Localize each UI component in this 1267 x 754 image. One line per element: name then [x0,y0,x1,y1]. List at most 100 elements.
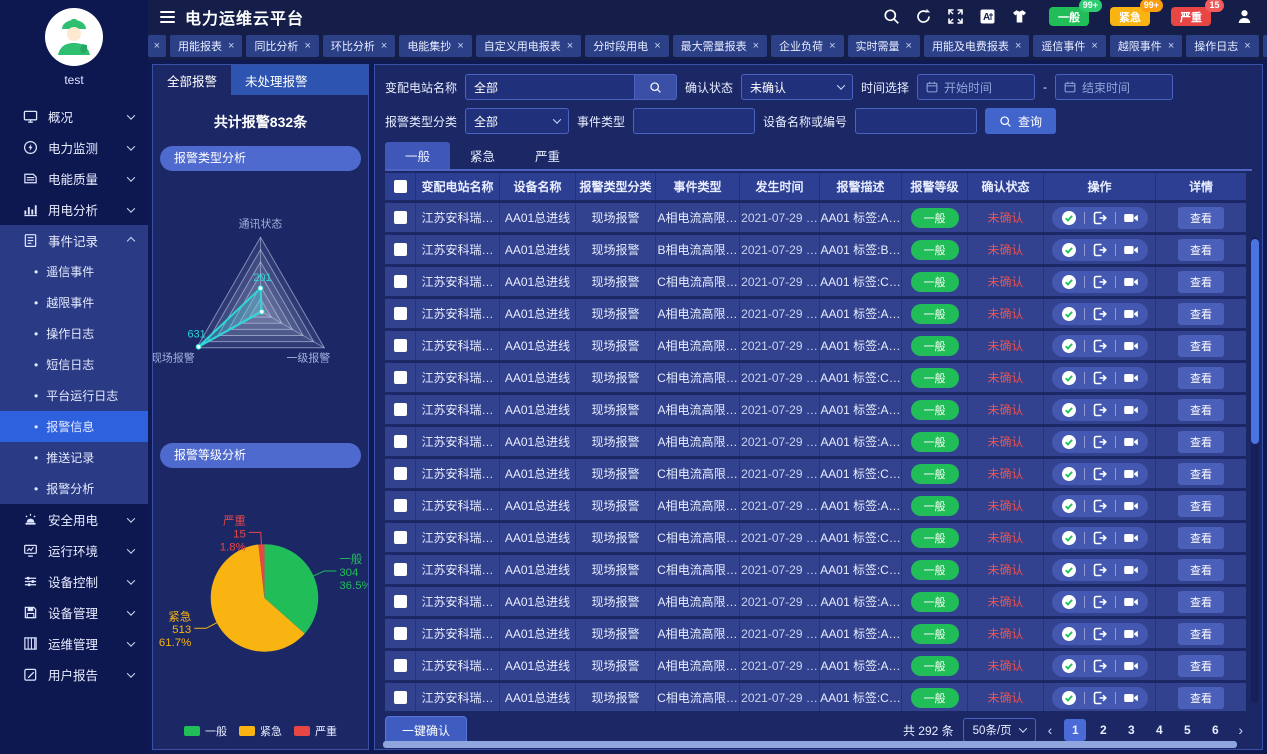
row-checkbox[interactable] [394,403,407,416]
camera-icon[interactable] [1123,338,1139,354]
view-button[interactable]: 查看 [1178,431,1224,453]
forward-icon[interactable] [1092,306,1108,322]
alarm-badge-3[interactable]: 严重 15 [1171,7,1211,26]
prev-page-button[interactable]: ‹ [1045,722,1056,738]
stats-tab-未处理报警[interactable]: 未处理报警 [231,65,322,95]
page-button-1[interactable]: 1 [1064,719,1086,741]
alarm-badge-1[interactable]: 一般 99+ [1049,7,1089,26]
tab-环比分析[interactable]: 环比分析× [323,35,395,57]
close-icon[interactable]: × [1244,40,1250,52]
close-icon[interactable]: × [654,40,660,52]
sidebar-item-运维管理[interactable]: 运维管理 [0,628,148,659]
forward-icon[interactable] [1092,338,1108,354]
view-button[interactable]: 查看 [1178,271,1224,293]
close-icon[interactable]: × [829,40,835,52]
row-checkbox[interactable] [394,691,407,704]
page-button-6[interactable]: 6 [1204,719,1226,741]
horizontal-scrollbar[interactable] [383,741,1246,748]
close-icon[interactable]: × [457,40,463,52]
camera-icon[interactable] [1123,466,1139,482]
row-checkbox[interactable] [394,211,407,224]
close-icon[interactable]: × [1168,40,1174,52]
tab-操作日志[interactable]: 操作日志× [1186,35,1258,57]
camera-icon[interactable] [1123,594,1139,610]
device-name-input[interactable] [855,108,977,134]
view-button[interactable]: 查看 [1178,207,1224,229]
event-type-input[interactable] [633,108,755,134]
camera-icon[interactable] [1123,274,1139,290]
vertical-scrollbar-thumb[interactable] [1251,239,1259,444]
select-all-checkbox[interactable] [394,180,407,193]
refresh-icon[interactable] [915,8,932,25]
close-icon[interactable]: × [154,40,160,52]
legend-item-严重[interactable]: 严重 [294,723,337,739]
view-button[interactable]: 查看 [1178,559,1224,581]
sidebar-item-设备管理[interactable]: 设备管理 [0,597,148,628]
user-icon[interactable] [1236,8,1253,25]
camera-icon[interactable] [1123,210,1139,226]
camera-icon[interactable] [1123,562,1139,578]
translate-icon[interactable]: A [979,8,996,25]
camera-icon[interactable] [1123,530,1139,546]
sidebar-subitem-报警信息[interactable]: •报警信息 [0,411,148,442]
sidebar-item-概况[interactable]: 概况 [0,101,148,132]
sidebar-subitem-越限事件[interactable]: •越限事件 [0,287,148,318]
row-checkbox[interactable] [394,243,407,256]
close-icon[interactable]: × [381,40,387,52]
avatar[interactable] [45,8,103,66]
row-checkbox[interactable] [394,659,407,672]
close-icon[interactable]: × [228,40,234,52]
forward-icon[interactable] [1092,498,1108,514]
row-checkbox[interactable] [394,499,407,512]
forward-icon[interactable] [1092,434,1108,450]
row-checkbox[interactable] [394,339,407,352]
alarm-badge-2[interactable]: 紧急 99+ [1110,7,1150,26]
tab-最大需量报表[interactable]: 最大需量报表× [673,35,767,57]
sidebar-subitem-平台运行日志[interactable]: •平台运行日志 [0,380,148,411]
tab-遥信事件[interactable]: 遥信事件× [1033,35,1105,57]
forward-icon[interactable] [1092,402,1108,418]
confirm-icon[interactable] [1061,594,1077,610]
view-button[interactable]: 查看 [1178,239,1224,261]
tab-用能及电费报表[interactable]: 用能及电费报表× [924,35,1029,57]
row-checkbox[interactable] [394,307,407,320]
forward-icon[interactable] [1092,370,1108,386]
forward-icon[interactable] [1092,562,1108,578]
forward-icon[interactable] [1092,210,1108,226]
confirm-status-select[interactable]: 未确认 [741,74,853,100]
confirm-icon[interactable] [1061,306,1077,322]
view-button[interactable]: 查看 [1178,687,1224,709]
tab-分时段用电[interactable]: 分时段用电× [585,35,668,57]
confirm-icon[interactable] [1061,210,1077,226]
fullscreen-icon[interactable] [947,8,964,25]
camera-icon[interactable] [1123,242,1139,258]
level-tab-紧急[interactable]: 紧急 [450,142,515,169]
close-icon[interactable]: × [304,40,310,52]
camera-icon[interactable] [1123,658,1139,674]
close-icon[interactable]: × [906,40,912,52]
confirm-icon[interactable] [1061,530,1077,546]
confirm-icon[interactable] [1061,690,1077,706]
sidebar-subitem-报警分析[interactable]: •报警分析 [0,473,148,504]
forward-icon[interactable] [1092,626,1108,642]
sidebar-subitem-操作日志[interactable]: •操作日志 [0,318,148,349]
level-tab-一般[interactable]: 一般 [385,142,450,169]
page-size-select[interactable]: 50条/页 [963,718,1036,742]
page-button-5[interactable]: 5 [1176,719,1198,741]
sidebar-item-事件记录[interactable]: 事件记录 [0,225,148,256]
tab-越限事件[interactable]: 越限事件× [1110,35,1182,57]
tab-企业负荷[interactable]: 企业负荷× [771,35,843,57]
view-button[interactable]: 查看 [1178,303,1224,325]
row-checkbox[interactable] [394,275,407,288]
stats-tab-全部报警[interactable]: 全部报警 [153,65,231,95]
confirm-icon[interactable] [1061,626,1077,642]
view-button[interactable]: 查看 [1178,367,1224,389]
page-button-4[interactable]: 4 [1148,719,1170,741]
tab-实时需量[interactable]: 实时需量× [848,35,920,57]
level-tab-严重[interactable]: 严重 [515,142,580,169]
horizontal-scrollbar-thumb[interactable] [383,741,1237,748]
page-button-2[interactable]: 2 [1092,719,1114,741]
confirm-icon[interactable] [1061,466,1077,482]
sidebar-item-设备控制[interactable]: 设备控制 [0,566,148,597]
confirm-icon[interactable] [1061,402,1077,418]
